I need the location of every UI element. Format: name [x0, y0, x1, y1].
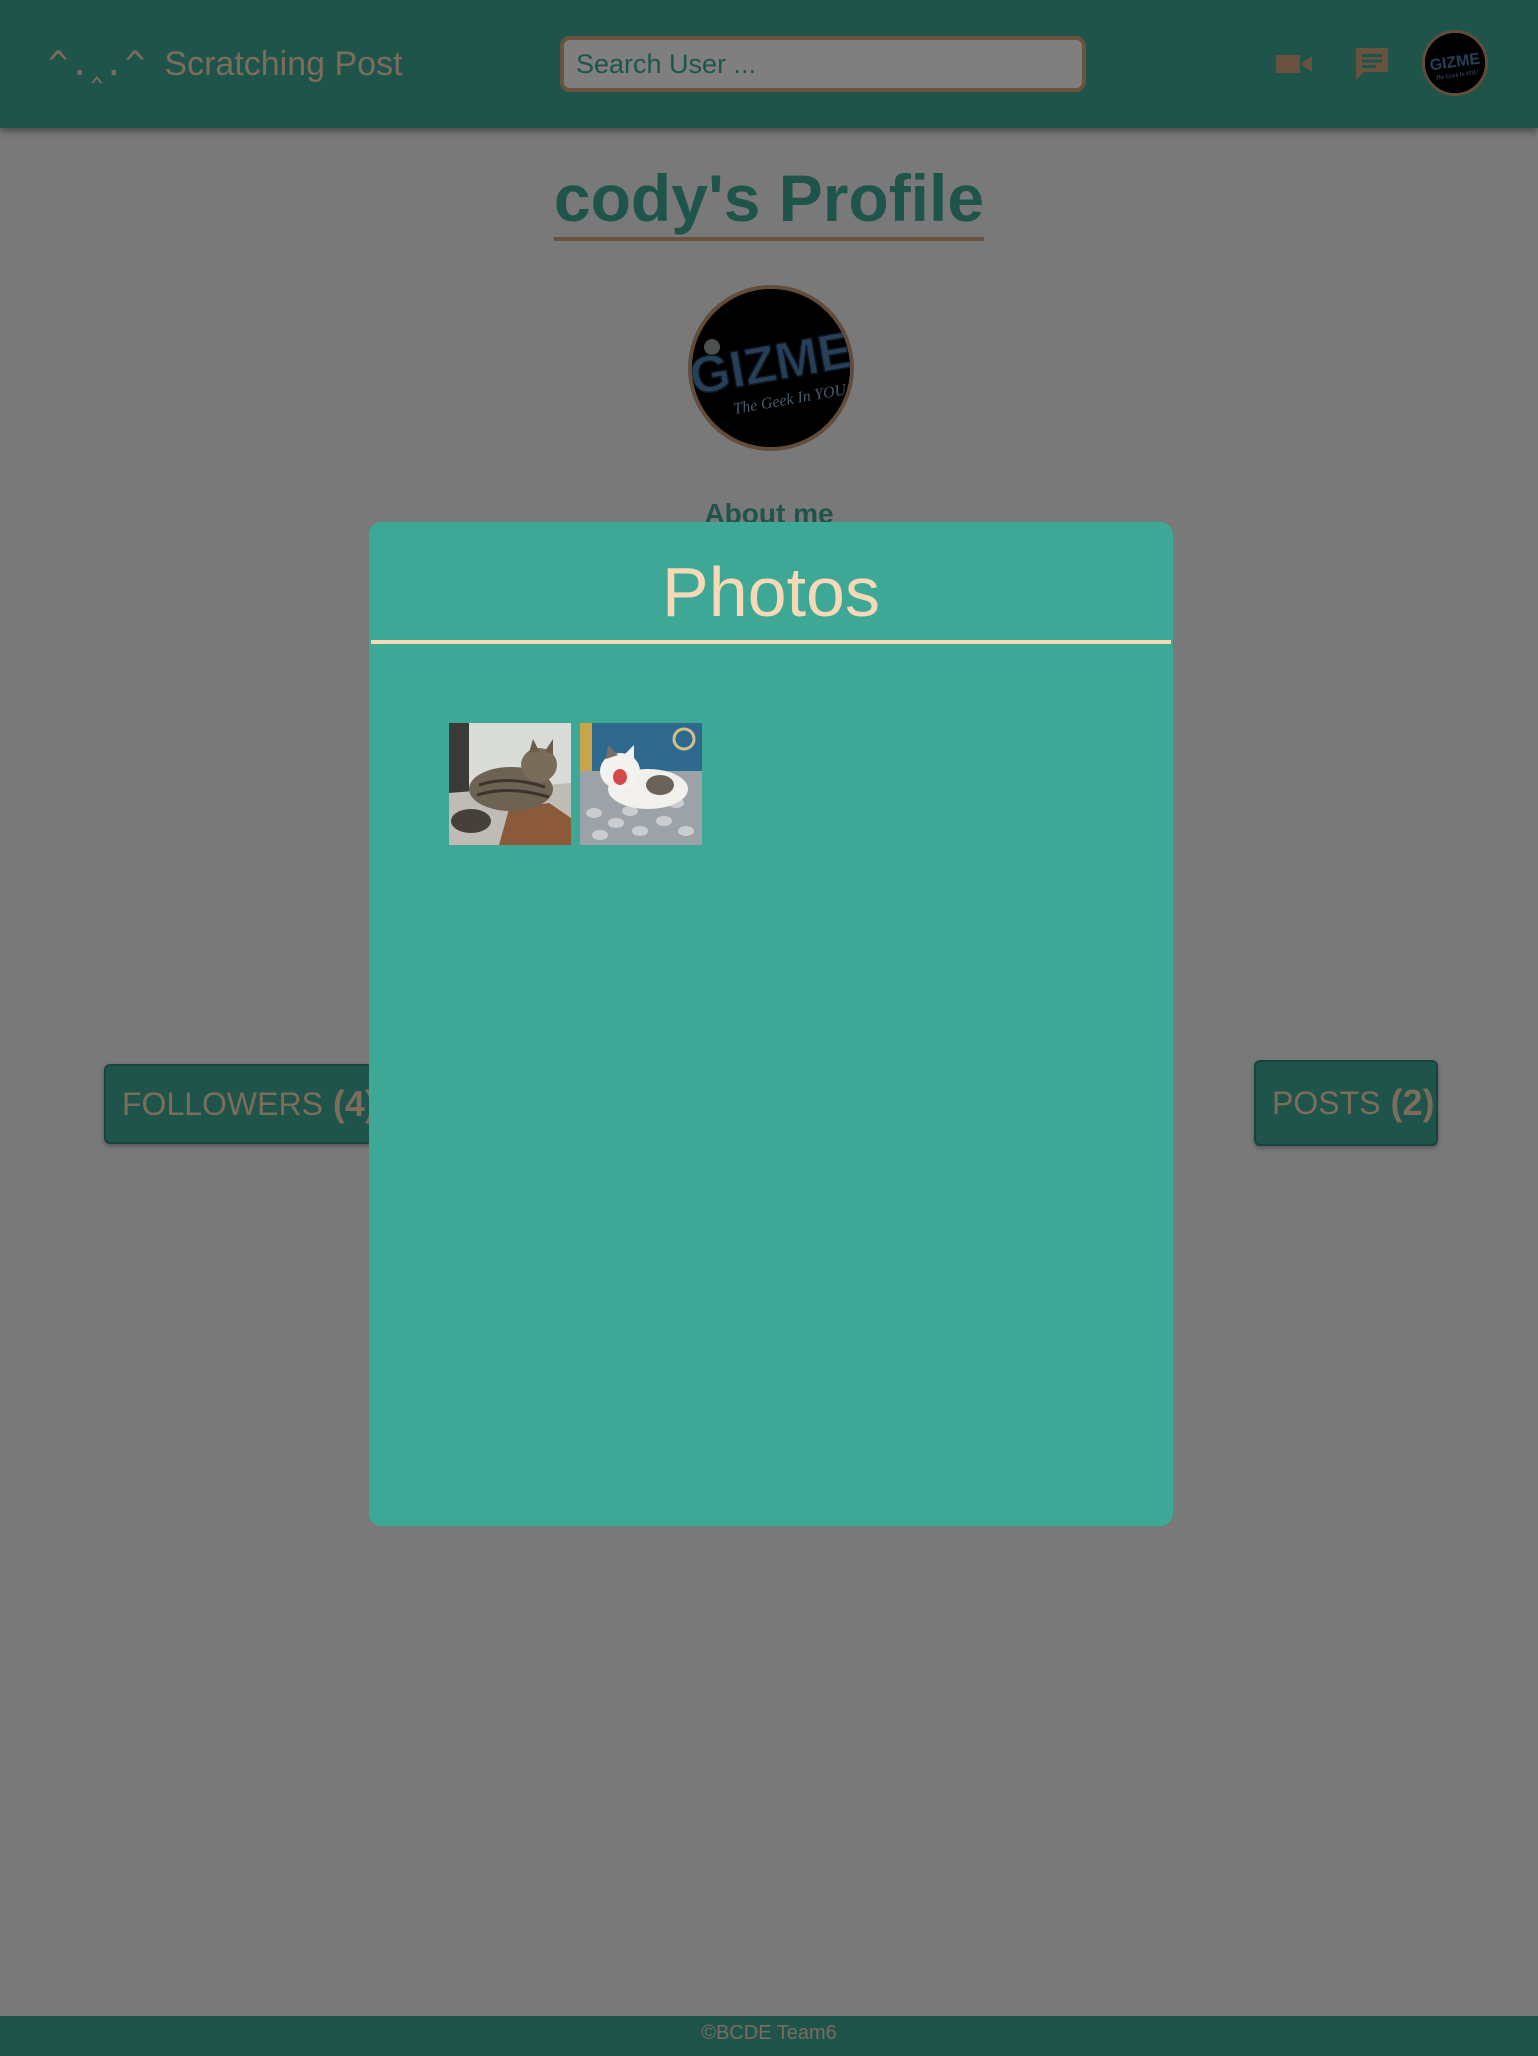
tabby-cat-photo[interactable] [449, 723, 571, 845]
photos-modal: Photos [369, 522, 1173, 1526]
page: ^.‸.^ Scratching Post GIZME The Geek In … [0, 0, 1538, 2056]
modal-title: Photos [662, 553, 880, 631]
modal-divider [371, 640, 1171, 644]
white-cat-yawning-photo[interactable] [580, 723, 702, 845]
